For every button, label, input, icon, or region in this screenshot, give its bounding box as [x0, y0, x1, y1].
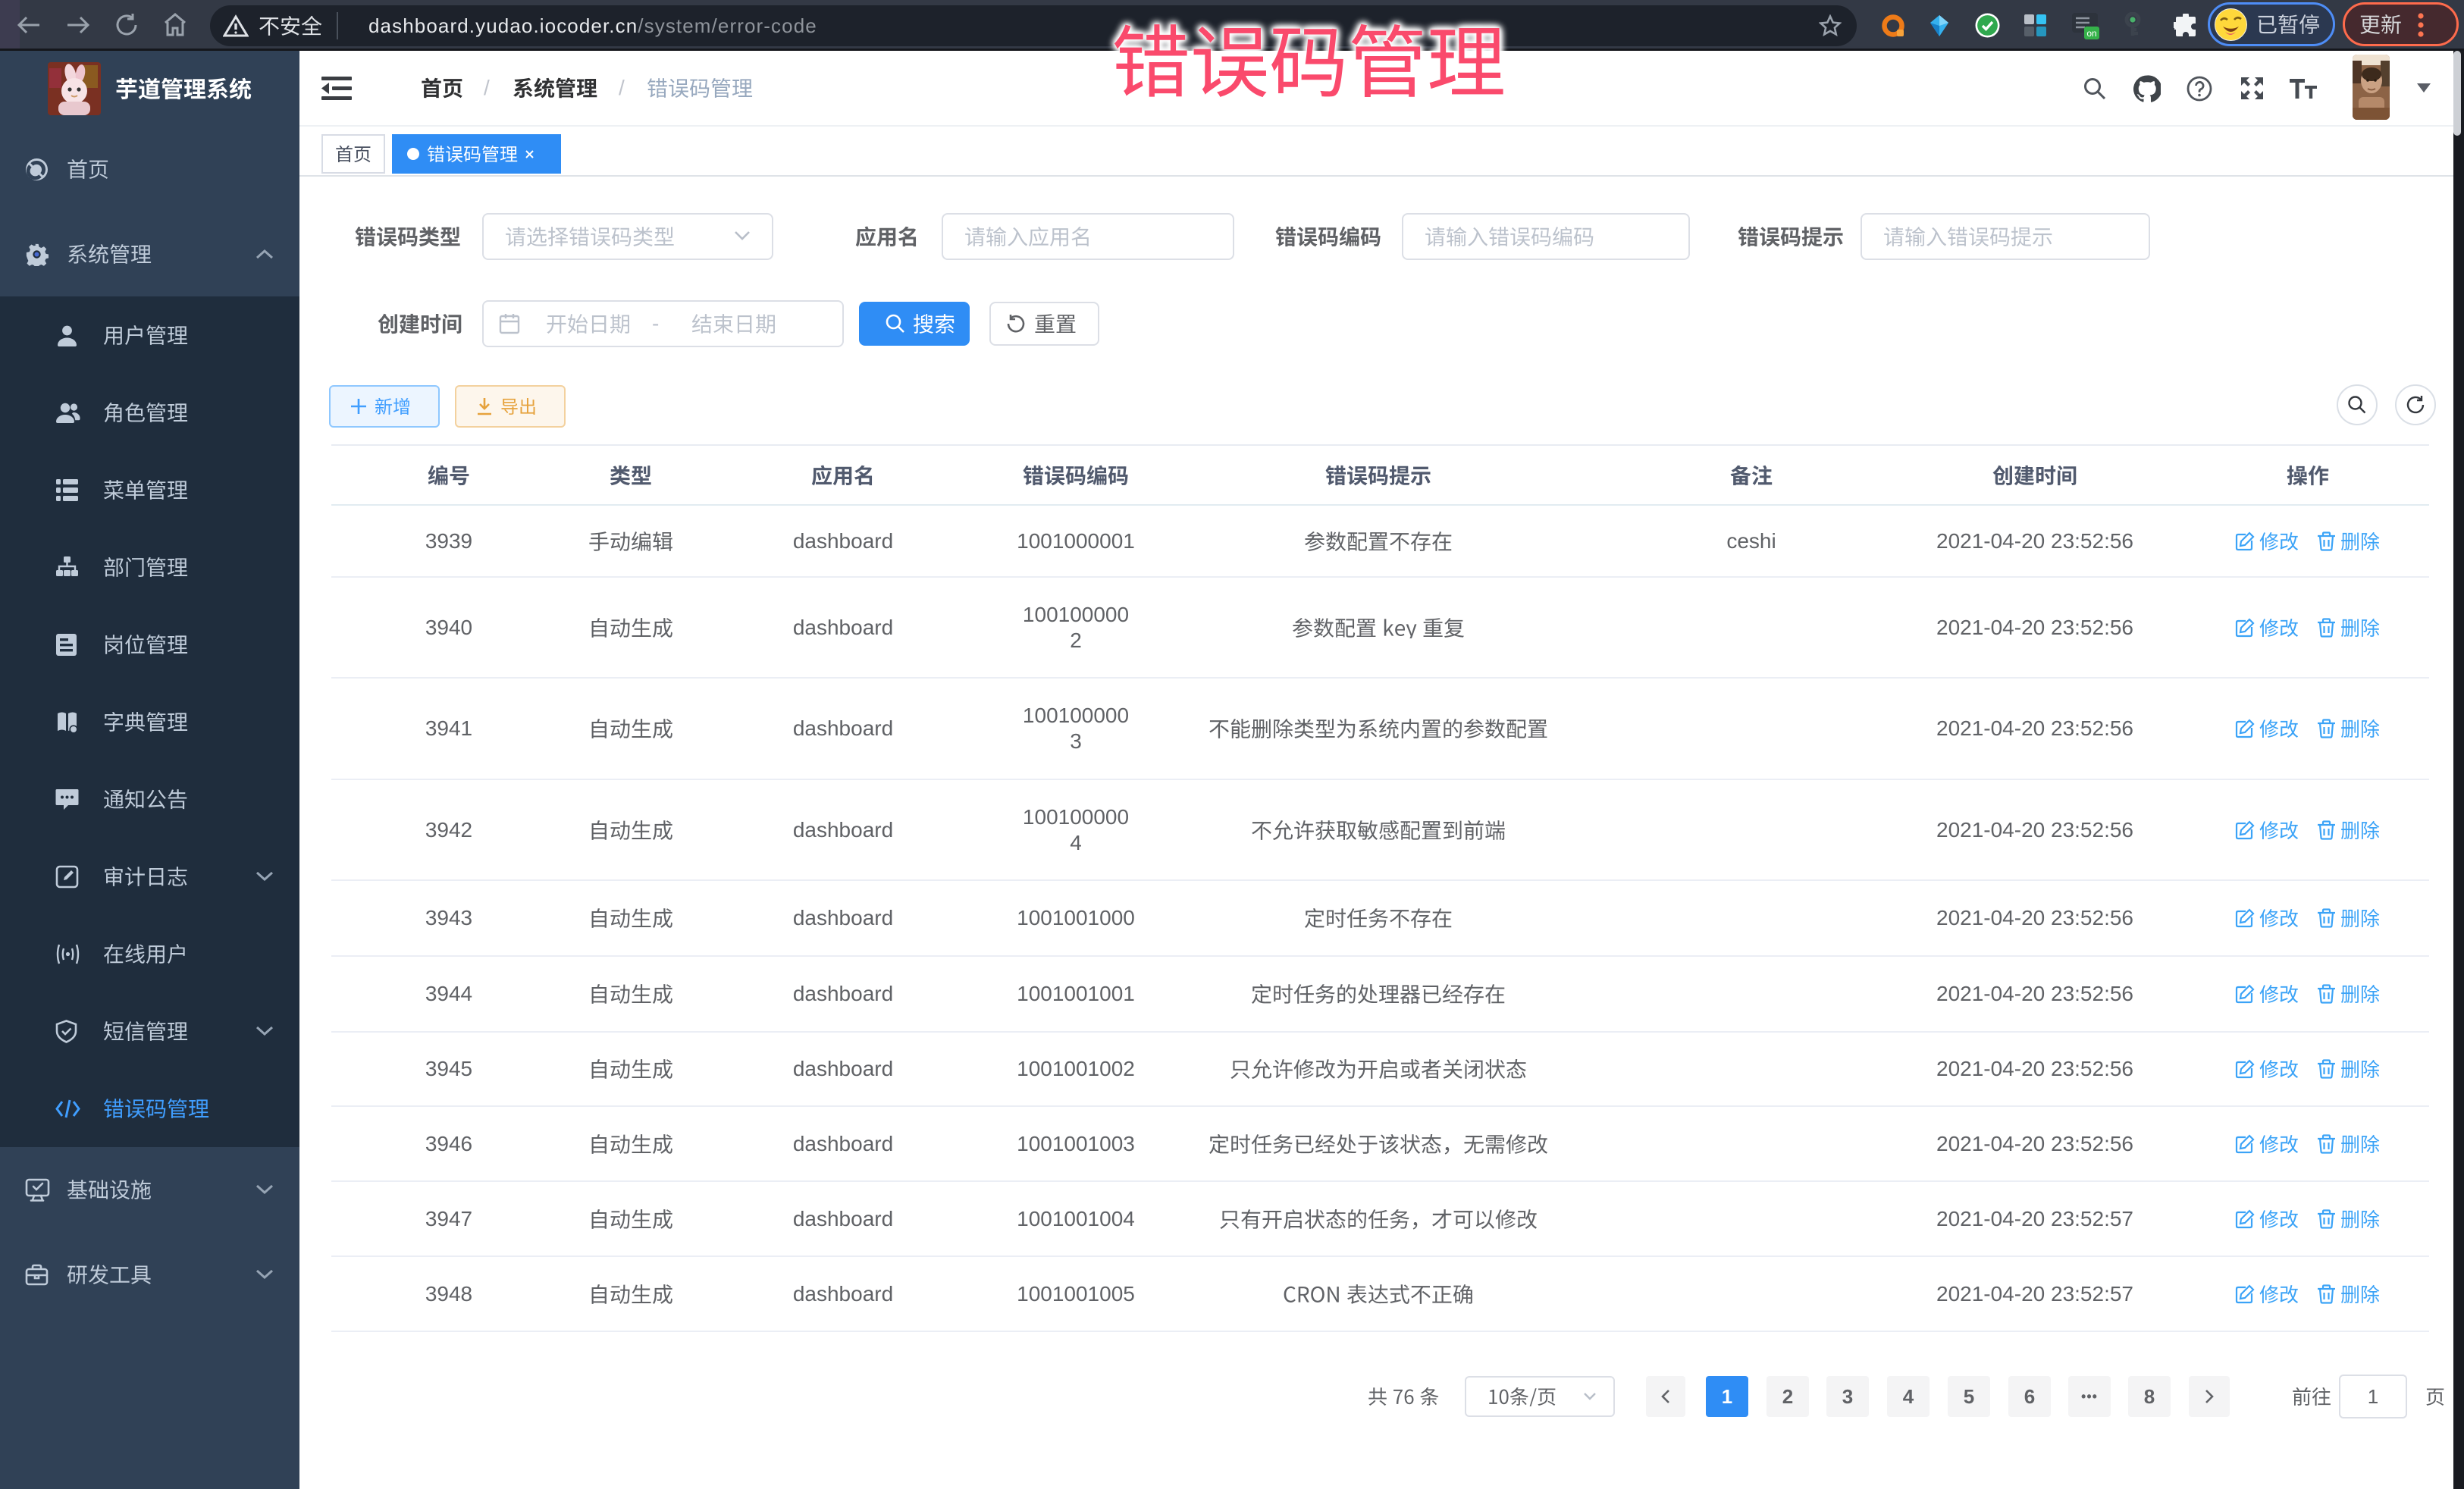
- svg-text:on: on: [2086, 28, 2096, 39]
